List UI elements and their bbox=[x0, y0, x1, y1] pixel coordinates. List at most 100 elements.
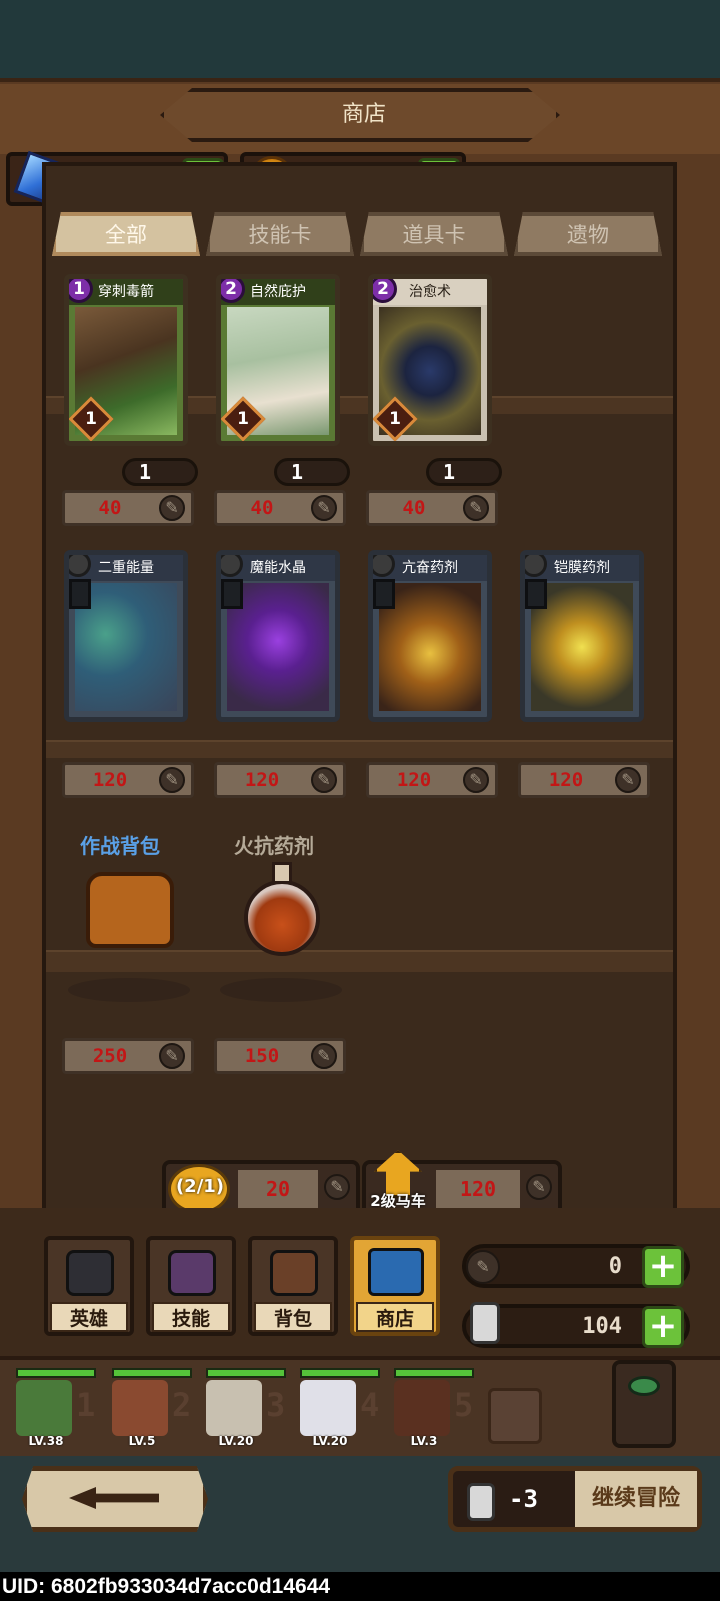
eye-toggle-button[interactable] bbox=[612, 1360, 676, 1448]
backpack-relic-icon[interactable] bbox=[86, 872, 174, 948]
nav-skills[interactable]: 技能 bbox=[146, 1236, 236, 1336]
item-card-double-energy[interactable]: 二重能量 bbox=[64, 550, 188, 722]
hero-slot-number: 5 bbox=[454, 1386, 474, 1424]
tab-skill-cards[interactable]: 技能卡 bbox=[206, 212, 354, 256]
price-value: 150 bbox=[244, 1045, 280, 1067]
price-button[interactable]: 120 ✎ bbox=[366, 762, 498, 798]
nav-label: 技能 bbox=[152, 1302, 230, 1332]
potion-cork-icon bbox=[272, 862, 292, 884]
feather-currency-icon: ✎ bbox=[311, 495, 337, 521]
continue-adventure-button[interactable]: -3 继续冒险 bbox=[448, 1466, 702, 1532]
continue-label: 继续冒险 bbox=[575, 1471, 697, 1527]
feather-currency-icon: ✎ bbox=[463, 495, 489, 521]
price-button[interactable]: 120 ✎ bbox=[62, 762, 194, 798]
hero-slot-number: 1 bbox=[76, 1386, 96, 1424]
nav-label: 背包 bbox=[254, 1302, 332, 1332]
price-value: 40 bbox=[250, 497, 274, 519]
empty-hero-slot[interactable] bbox=[488, 1388, 542, 1444]
back-arrow-icon bbox=[69, 1487, 159, 1509]
card-level-badge: 2 bbox=[373, 279, 397, 303]
card-slot bbox=[69, 579, 91, 609]
hero-portrait bbox=[206, 1380, 262, 1436]
add-scroll-button[interactable]: + bbox=[642, 1246, 684, 1288]
feather-currency-icon: ✎ bbox=[526, 1174, 552, 1200]
hero-hp-bar bbox=[112, 1368, 192, 1378]
scroll-resource: ✎ 0 + bbox=[462, 1244, 690, 1288]
card-rank: 1 bbox=[237, 409, 249, 429]
price-button[interactable]: 120 ✎ bbox=[214, 762, 346, 798]
hero-slot-2[interactable]: LV.5 2 bbox=[112, 1368, 192, 1448]
skill-card-heal[interactable]: 治愈术 2 1 bbox=[368, 274, 492, 446]
shadow bbox=[68, 978, 190, 1002]
hero-slot-5[interactable]: LV.3 5 bbox=[394, 1368, 474, 1448]
price-button[interactable]: 40 ✎ bbox=[62, 490, 194, 526]
nav-heroes[interactable]: 英雄 bbox=[44, 1236, 134, 1336]
price-value: 120 bbox=[244, 769, 280, 791]
item-card-frenzy-potion[interactable]: 亢奋药剂 bbox=[368, 550, 492, 722]
price-value: 120 bbox=[396, 769, 432, 791]
price-button[interactable]: 250 ✎ bbox=[62, 1038, 194, 1074]
tab-item-cards[interactable]: 道具卡 bbox=[360, 212, 508, 256]
back-button[interactable] bbox=[22, 1466, 208, 1532]
item-card-armor-potion[interactable]: 铠膜药剂 bbox=[520, 550, 644, 722]
card-level-badge: 1 bbox=[69, 279, 93, 303]
feather-currency-icon: ✎ bbox=[615, 767, 641, 793]
upgrade-price: 120 bbox=[436, 1170, 520, 1208]
hero-slot-3[interactable]: LV.20 3 bbox=[206, 1368, 286, 1448]
hero-level: LV.3 bbox=[410, 1434, 438, 1448]
feather-currency-icon: ✎ bbox=[159, 767, 185, 793]
feather-currency-icon: ✎ bbox=[324, 1174, 350, 1200]
tab-all[interactable]: 全部 bbox=[52, 212, 200, 256]
price-value: 40 bbox=[98, 497, 122, 519]
card-level-badge: 2 bbox=[221, 279, 245, 303]
refresh-price: 20 bbox=[238, 1170, 318, 1208]
owned-count: 1 bbox=[122, 458, 198, 486]
hero-level: LV.38 bbox=[28, 1434, 64, 1448]
card-slot bbox=[373, 579, 395, 609]
price-button[interactable]: 150 ✎ bbox=[214, 1038, 346, 1074]
potion-count: 104 bbox=[582, 1314, 622, 1339]
price-button[interactable]: 40 ✎ bbox=[214, 490, 346, 526]
scroll-count: 0 bbox=[608, 1254, 622, 1279]
nav-label: 英雄 bbox=[50, 1302, 128, 1332]
feather-currency-icon: ✎ bbox=[311, 1043, 337, 1069]
hero-portrait bbox=[300, 1380, 356, 1436]
refresh-counter: (2/1) bbox=[175, 1176, 225, 1197]
uid-label: UID: 6802fb933034d7acc0d14644 bbox=[0, 1572, 720, 1601]
nav-backpack[interactable]: 背包 bbox=[248, 1236, 338, 1336]
page-title: 商店 bbox=[341, 102, 386, 127]
hero-level: LV.5 bbox=[128, 1434, 156, 1448]
potion-resource: 104 + bbox=[462, 1302, 690, 1348]
relic-name: 作战背包 bbox=[80, 834, 160, 858]
skill-card-piercing-arrow[interactable]: 穿刺毒箭 1 1 bbox=[64, 274, 188, 446]
hero-slot-4[interactable]: LV.20 4 bbox=[300, 1368, 380, 1448]
nav-label: 商店 bbox=[356, 1302, 434, 1332]
add-potion-button[interactable]: + bbox=[642, 1306, 684, 1348]
fire-resist-potion-icon[interactable] bbox=[244, 880, 320, 956]
hero-hp-bar bbox=[206, 1368, 286, 1378]
hero-portrait bbox=[16, 1380, 72, 1436]
skill-card-nature-shelter[interactable]: 自然庇护 2 1 bbox=[216, 274, 340, 446]
helmet-icon bbox=[66, 1250, 114, 1296]
nav-shop[interactable]: 商店 bbox=[350, 1236, 440, 1336]
price-button[interactable]: 120 ✎ bbox=[518, 762, 650, 798]
hero-level: LV.20 bbox=[312, 1434, 348, 1448]
price-value: 40 bbox=[402, 497, 426, 519]
title-plate: 商店 bbox=[160, 88, 560, 142]
card-slot bbox=[221, 579, 243, 609]
price-button[interactable]: 40 ✎ bbox=[366, 490, 498, 526]
owned-count: 1 bbox=[274, 458, 350, 486]
hero-slot-number: 4 bbox=[360, 1386, 380, 1424]
feather-currency-icon: ✎ bbox=[466, 1250, 500, 1284]
price-value: 120 bbox=[92, 769, 128, 791]
continue-cost: -3 bbox=[509, 1485, 538, 1513]
hero-portrait bbox=[394, 1380, 450, 1436]
eye-icon bbox=[628, 1376, 660, 1396]
shop-stall-icon bbox=[368, 1248, 424, 1296]
item-card-mana-crystal[interactable]: 魔能水晶 bbox=[216, 550, 340, 722]
hero-hp-bar bbox=[394, 1368, 474, 1378]
tab-relics[interactable]: 遗物 bbox=[514, 212, 662, 256]
hero-slot-1[interactable]: LV.38 1 bbox=[16, 1368, 96, 1448]
price-value: 250 bbox=[92, 1045, 128, 1067]
card-dot bbox=[69, 555, 91, 577]
